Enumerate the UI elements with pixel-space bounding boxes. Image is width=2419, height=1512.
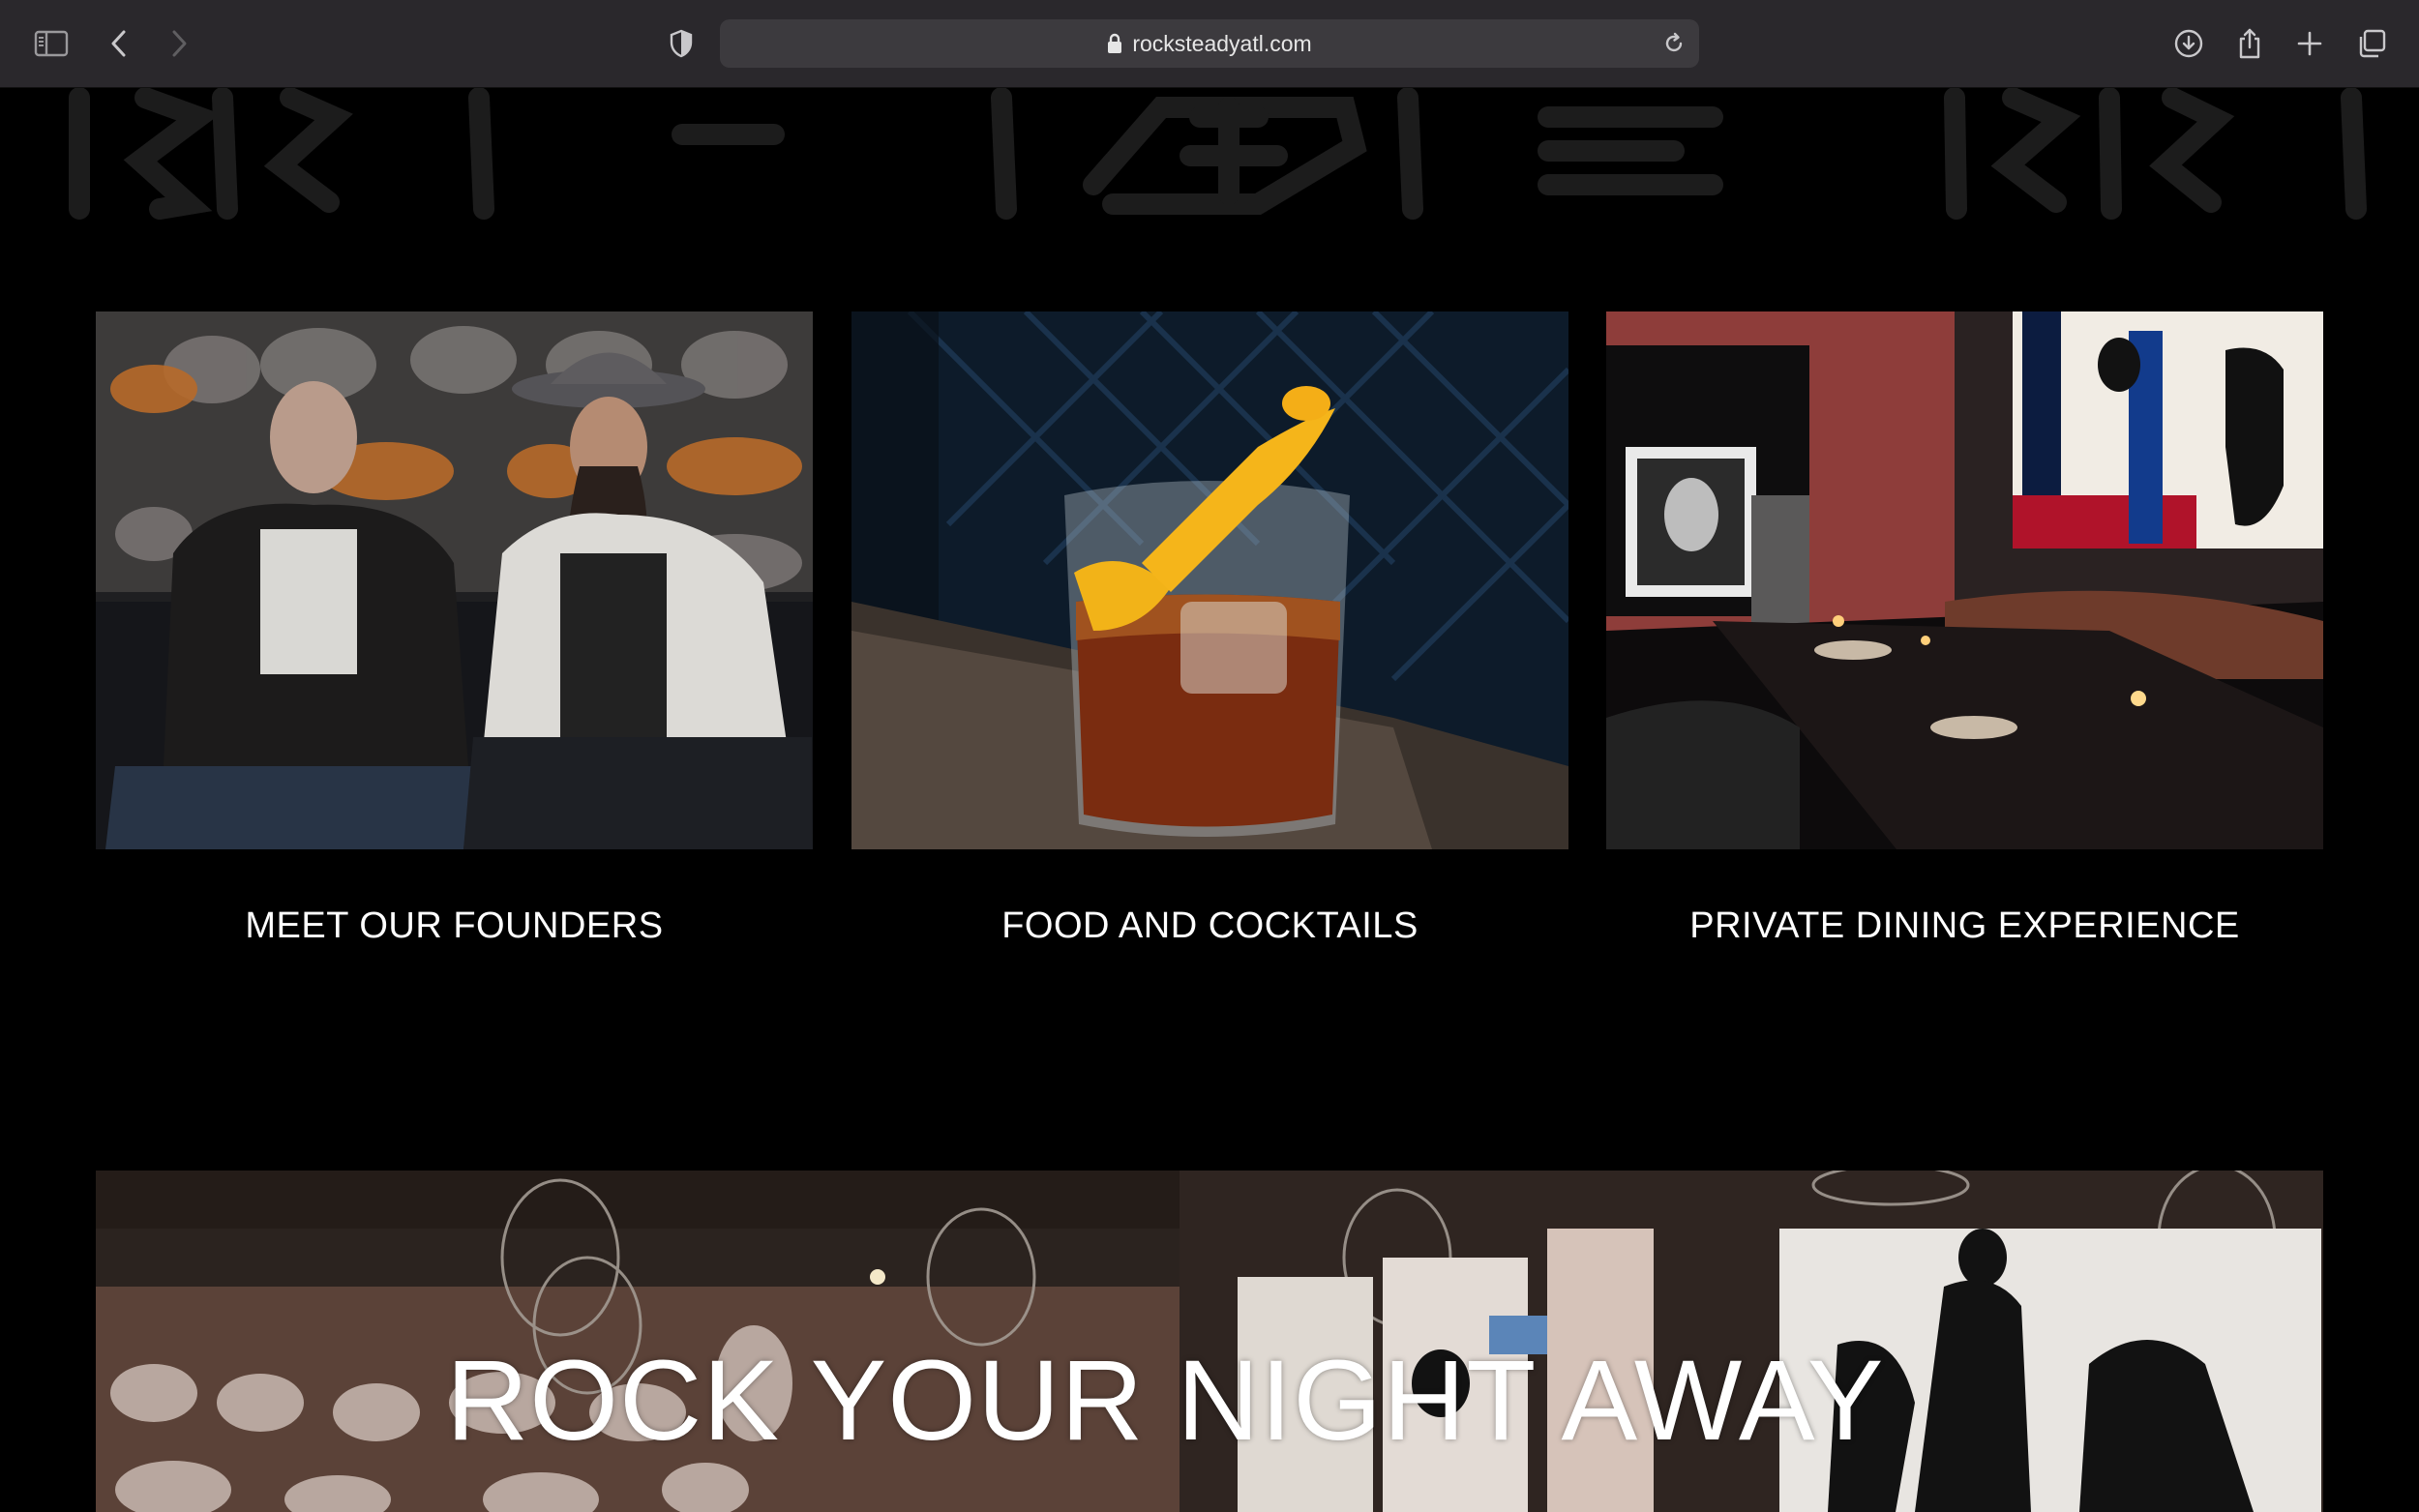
decorative-glyph-pattern [69, 88, 2367, 220]
card-caption-founders[interactable]: MEET OUR FOUNDERS [96, 905, 813, 947]
card-caption-food[interactable]: FOOD AND COCKTAILS [851, 905, 1568, 947]
url-text: rocksteadyatl.com [1132, 30, 1312, 56]
hero-banner: ROCK YOUR NIGHT AWAY [96, 1171, 2323, 1512]
card-private-dining[interactable]: PRIVATE DINING EXPERIENCE [1606, 311, 2323, 946]
founders-image[interactable] [96, 311, 813, 849]
private-dining-image[interactable] [1606, 311, 2323, 849]
shield-icon[interactable] [659, 21, 703, 66]
banner-headline: ROCK YOUR NIGHT AWAY [446, 1337, 1885, 1465]
reload-icon[interactable] [1658, 28, 1689, 59]
tab-overview-icon[interactable] [2349, 21, 2394, 66]
chevron-right-icon[interactable] [157, 21, 201, 66]
card-food-cocktails[interactable]: FOOD AND COCKTAILS [851, 311, 1568, 946]
plus-icon[interactable] [2287, 21, 2332, 66]
address-bar[interactable]: rocksteadyatl.com [720, 19, 1699, 68]
lock-icon [1107, 33, 1122, 54]
card-caption-private-dining[interactable]: PRIVATE DINING EXPERIENCE [1606, 905, 2323, 947]
web-page: MEET OUR FOUNDERS FOOD AND COCKTAILS PRI… [0, 88, 2419, 1512]
cocktail-image[interactable] [851, 311, 1568, 849]
download-icon[interactable] [2166, 21, 2211, 66]
browser-toolbar: rocksteadyatl.com [0, 0, 2419, 88]
share-icon[interactable] [2227, 21, 2272, 66]
card-founders[interactable]: MEET OUR FOUNDERS [96, 311, 813, 946]
sidebar-icon[interactable] [29, 21, 74, 66]
chevron-left-icon[interactable] [97, 21, 141, 66]
